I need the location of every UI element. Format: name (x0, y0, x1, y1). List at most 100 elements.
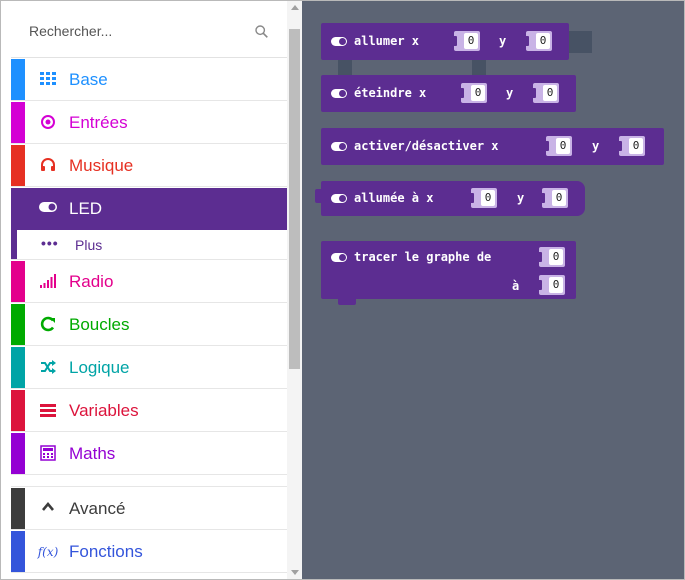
category-label: LED (69, 199, 103, 218)
nib (537, 252, 542, 262)
x-value[interactable]: 0 (481, 190, 495, 206)
x-value[interactable]: 0 (464, 33, 478, 49)
category-label: Avancé (69, 499, 126, 518)
y-value-slot[interactable]: 0 (540, 188, 568, 208)
category-color-bar (11, 102, 25, 143)
category-avance[interactable]: Avancé (11, 488, 287, 530)
nib (459, 88, 464, 98)
scroll-up-arrow-icon[interactable] (291, 5, 299, 10)
nib (617, 141, 622, 151)
plot-value[interactable]: 0 (549, 249, 563, 265)
category-entrees[interactable]: Entrées (11, 102, 287, 144)
function-icon: f(x) (37, 545, 59, 559)
y-value[interactable]: 0 (543, 85, 557, 101)
search-input[interactable]: Rechercher... (29, 23, 112, 39)
more-dots-icon: ••• (41, 235, 59, 251)
y-label: y (499, 34, 507, 48)
block-label: éteindre x (354, 86, 427, 100)
category-led[interactable]: LED (11, 188, 287, 230)
category-color-bar (11, 59, 25, 100)
toggle-icon (331, 142, 347, 151)
category-color-bar (11, 145, 25, 186)
y-label: y (592, 139, 600, 153)
y-value-slot[interactable]: 0 (617, 136, 645, 156)
category-label: Entrées (69, 113, 128, 132)
toggle-icon (331, 37, 347, 46)
y-value-slot[interactable]: 0 (524, 31, 552, 51)
grid-icon (39, 71, 57, 89)
category-label: Maths (69, 444, 116, 463)
category-fonctions[interactable]: f(x) Fonctions (11, 531, 287, 573)
scroll-down-arrow-icon[interactable] (291, 570, 299, 575)
category-label: Musique (69, 156, 134, 175)
category-label: Variables (69, 401, 139, 420)
max-value-slot[interactable]: 0 (537, 275, 565, 295)
block-allumer[interactable]: allumer x 0 y 0 (321, 23, 569, 60)
y-value[interactable]: 0 (629, 138, 643, 154)
y-label: y (506, 86, 514, 100)
category-boucles[interactable]: Boucles (11, 304, 287, 346)
x-value-slot[interactable]: 0 (469, 188, 497, 208)
block-tracer-graphe[interactable]: tracer le graphe de 0 à 0 (321, 241, 576, 299)
block-eteindre[interactable]: éteindre x 0 y 0 (321, 75, 576, 112)
signal-bars-icon (39, 273, 57, 291)
category-radio[interactable]: Radio (11, 261, 287, 303)
block-connector (338, 299, 356, 305)
x-value-slot[interactable]: 0 (544, 136, 572, 156)
block-activer-desactiver[interactable]: activer/désactiver x 0 y 0 (321, 128, 664, 165)
category-color-bar (11, 304, 25, 345)
second-label: à (512, 279, 520, 293)
category-label: Plus (75, 237, 103, 253)
category-color-bar (11, 433, 25, 474)
category-label: Base (69, 70, 108, 89)
search-icon[interactable] (255, 25, 268, 38)
headphones-icon (39, 157, 57, 175)
plot-max-value[interactable]: 0 (549, 277, 563, 293)
toolbox: Rechercher... Base Entrées Musique LED •… (1, 1, 287, 579)
y-label: y (517, 191, 525, 205)
shuffle-icon (39, 359, 57, 377)
category-color-bar (11, 261, 25, 302)
toolbox-separator (11, 476, 287, 487)
nib (537, 280, 542, 290)
category-musique[interactable]: Musique (11, 145, 287, 187)
nib (544, 141, 549, 151)
y-value[interactable]: 0 (536, 33, 550, 49)
block-allumee-a[interactable]: allumée à x 0 y 0 (321, 181, 585, 216)
loop-icon (39, 316, 57, 334)
subcategory-plus[interactable]: ••• Plus (11, 230, 287, 260)
block-label: allumée à x (354, 191, 434, 205)
category-color-bar (11, 347, 25, 388)
category-label: Radio (69, 272, 114, 291)
y-value-slot[interactable]: 0 (531, 83, 559, 103)
nib (452, 36, 457, 46)
x-value-slot[interactable]: 0 (452, 31, 480, 51)
list-icon (39, 402, 57, 420)
category-variables[interactable]: Variables (11, 390, 287, 432)
x-value-slot[interactable]: 0 (459, 83, 487, 103)
calculator-icon (39, 445, 57, 463)
category-logique[interactable]: Logique (11, 347, 287, 389)
toggle-icon (331, 194, 347, 203)
nib (540, 193, 545, 203)
category-label: Logique (69, 358, 130, 377)
toolbox-scrollbar[interactable] (287, 1, 302, 579)
category-maths[interactable]: Maths (11, 433, 287, 475)
toggle-icon (331, 89, 347, 98)
category-color-bar (11, 230, 17, 259)
target-icon (39, 114, 57, 132)
scrollbar-thumb[interactable] (289, 29, 300, 369)
toggle-icon (39, 200, 57, 218)
category-base[interactable]: Base (11, 59, 287, 101)
category-color-bar (11, 390, 25, 431)
chevron-up-icon (39, 500, 57, 518)
y-value[interactable]: 0 (552, 190, 566, 206)
category-color-bar (11, 531, 25, 572)
block-label: activer/désactiver x (354, 139, 499, 153)
nib (469, 193, 474, 203)
search-box[interactable]: Rechercher... (11, 11, 287, 58)
x-value[interactable]: 0 (471, 85, 485, 101)
category-label: Boucles (69, 315, 130, 334)
x-value[interactable]: 0 (556, 138, 570, 154)
value-slot[interactable]: 0 (537, 247, 565, 267)
